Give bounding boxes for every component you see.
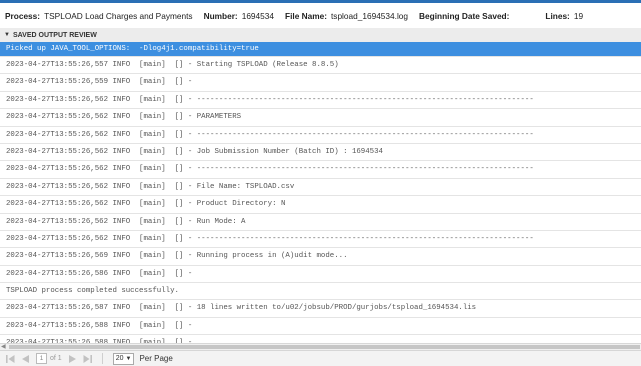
lines-value: 19: [573, 10, 584, 21]
next-page-icon[interactable]: [68, 354, 77, 363]
process-label: Process:: [5, 10, 41, 21]
scrollbar-thumb[interactable]: [9, 345, 640, 349]
last-page-icon[interactable]: [83, 354, 92, 363]
log-line: 2023-04-27T13:55:26,562 INFO [main] [] -…: [0, 179, 641, 197]
log-viewer-page: Process: TSPLOAD Load Charges and Paymen…: [0, 0, 641, 366]
log-line: 2023-04-27T13:55:26,559 INFO [main] [] -: [0, 74, 641, 92]
file-name-value: tspload_1694534.log: [330, 10, 409, 21]
per-page-label: Per Page: [139, 354, 173, 363]
log-output: Picked up JAVA_TOOL_OPTIONS: -Dlog4j1.co…: [0, 42, 641, 343]
saved-output-section-header[interactable]: ▼ SAVED OUTPUT REVIEW: [0, 28, 641, 43]
page-count-text: of 1: [50, 355, 62, 362]
scroll-left-icon[interactable]: ◀: [1, 343, 6, 350]
prev-page-icon[interactable]: [21, 354, 30, 363]
log-line: 2023-04-27T13:55:26,587 INFO [main] [] -…: [0, 300, 641, 318]
page-number-input[interactable]: 1: [36, 353, 47, 364]
process-value: TSPLOAD Load Charges and Payments: [44, 10, 193, 21]
chevron-down-icon: ▼: [125, 355, 132, 362]
beginning-date-label: Beginning Date Saved:: [419, 10, 510, 21]
process-header: Process: TSPLOAD Load Charges and Paymen…: [0, 3, 641, 29]
log-line: 2023-04-27T13:55:26,562 INFO [main] [] -…: [0, 231, 641, 249]
pager-divider: [101, 353, 103, 364]
log-line: 2023-04-27T13:55:26,557 INFO [main] [] -…: [0, 57, 641, 75]
number-value: 1694534: [241, 10, 275, 21]
log-line: 2023-04-27T13:55:26,562 INFO [main] [] -…: [0, 92, 641, 110]
log-line: 2023-04-27T13:55:26,586 INFO [main] [] -: [0, 266, 641, 284]
log-line: 2023-04-27T13:55:26,569 INFO [main] [] -…: [0, 248, 641, 266]
log-line: TSPLOAD process completed successfully.: [0, 283, 641, 301]
log-line: 2023-04-27T13:55:26,588 INFO [main] [] -: [0, 335, 641, 343]
caret-down-icon[interactable]: ▼: [4, 32, 10, 38]
first-page-icon[interactable]: [6, 354, 15, 363]
file-name-label: File Name:: [285, 10, 327, 21]
pagination-bar: 1 of 1 20 ▼ Per Page: [0, 350, 641, 366]
log-line: 2023-04-27T13:55:26,588 INFO [main] [] -: [0, 318, 641, 336]
per-page-value: 20: [115, 355, 124, 362]
log-line: 2023-04-27T13:55:26,562 INFO [main] [] -…: [0, 196, 641, 214]
number-label: Number:: [203, 10, 238, 21]
log-line: 2023-04-27T13:55:26,562 INFO [main] [] -…: [0, 144, 641, 162]
per-page-select[interactable]: 20 ▼: [112, 352, 135, 365]
log-line: Picked up JAVA_TOOL_OPTIONS: -Dlog4j1.co…: [0, 42, 641, 57]
log-line: 2023-04-27T13:55:26,562 INFO [main] [] -…: [0, 109, 641, 127]
log-line: 2023-04-27T13:55:26,562 INFO [main] [] -…: [0, 161, 641, 179]
horizontal-scrollbar[interactable]: ◀: [0, 343, 641, 350]
section-title: SAVED OUTPUT REVIEW: [12, 31, 97, 39]
log-line: 2023-04-27T13:55:26,562 INFO [main] [] -…: [0, 214, 641, 231]
lines-label: Lines:: [545, 10, 570, 21]
log-line: 2023-04-27T13:55:26,562 INFO [main] [] -…: [0, 127, 641, 144]
